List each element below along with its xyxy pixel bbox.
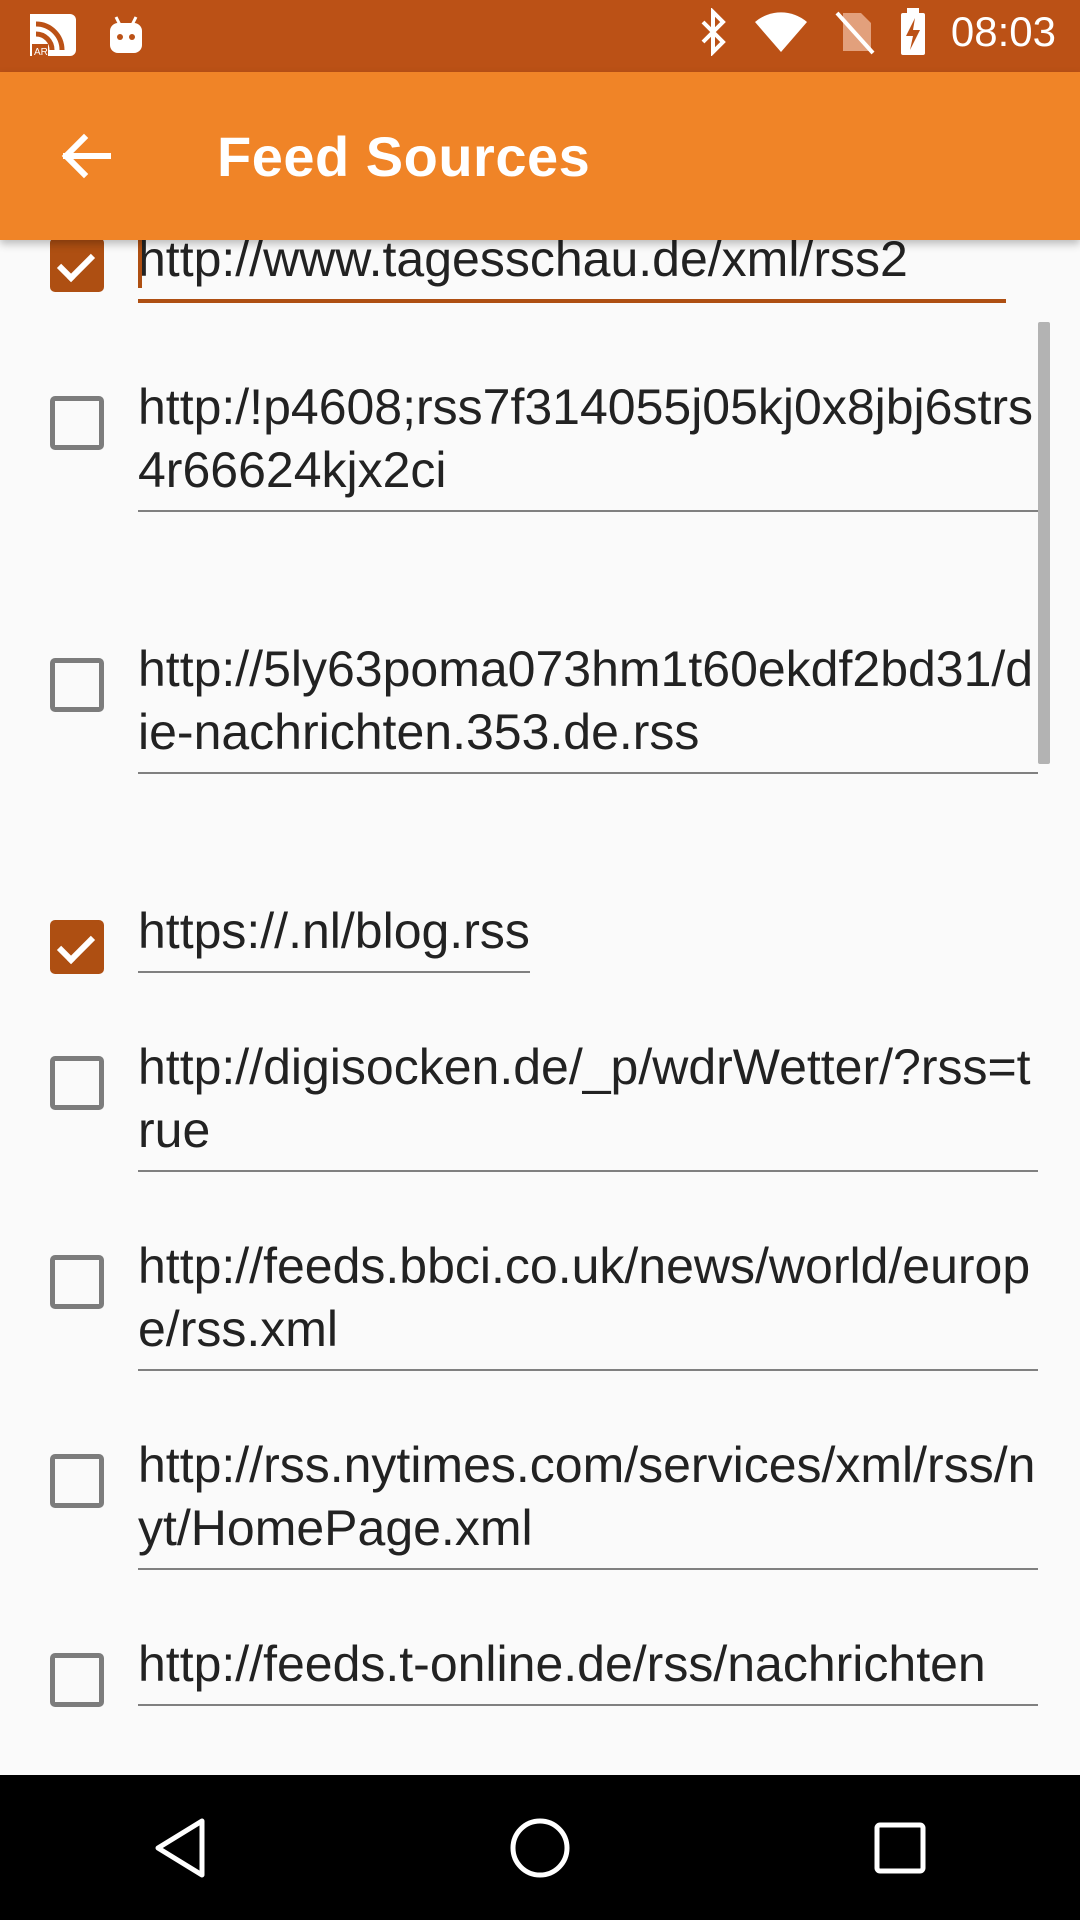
feed-url-field[interactable]: http://5ly63poma073hm1t60ekdf2bd31/die-n… [138, 638, 1038, 774]
feed-url-text: http://www.tagesschau.de/xml/rss2 [138, 240, 908, 287]
page-title: Feed Sources [217, 125, 591, 188]
feed-url-text: http://rss.nytimes.com/services/xml/rss/… [138, 1437, 1036, 1556]
feed-url-field[interactable]: http://feeds.t-online.de/rss/nachrichten [138, 1633, 1038, 1706]
no-sim-icon [835, 11, 875, 55]
bluetooth-icon [701, 8, 726, 56]
nav-recents-button[interactable] [840, 1788, 960, 1908]
feed-url-field[interactable]: https://.nl/blog.rss [138, 900, 530, 973]
feed-checkbox[interactable] [50, 396, 104, 450]
svg-text:AR: AR [34, 47, 48, 58]
feed-url-field[interactable]: http:/!p4608;rss7f314055j05kj0x8jbj6strs… [138, 376, 1038, 512]
android-debug-icon [110, 16, 142, 53]
feed-list-container[interactable]: http://www.tagesschau.de/xml/rss2 http:/… [0, 240, 1080, 1775]
feed-url-text: http://digisocken.de/_p/wdrWetter/?rss=t… [138, 1039, 1031, 1158]
feed-checkbox[interactable] [50, 1255, 104, 1309]
feed-checkbox[interactable] [50, 658, 104, 712]
home-circle-icon [510, 1818, 570, 1877]
feed-url-field[interactable]: http://digisocken.de/_p/wdrWetter/?rss=t… [138, 1036, 1038, 1172]
feed-url-text: https://.nl/blog.rss [138, 903, 530, 959]
app-bar: Feed Sources [0, 72, 1080, 240]
nav-bar [0, 1775, 1080, 1920]
status-bar: AR 08:03 [0, 0, 1080, 72]
arrow-left-icon [61, 133, 111, 179]
recents-square-icon [874, 1822, 926, 1873]
status-time: 08:03 [950, 8, 1056, 55]
back-triangle-icon [155, 1818, 205, 1877]
battery-charging-icon [900, 8, 925, 55]
rss-reader-app-icon: AR [30, 14, 76, 58]
feed-checkbox[interactable] [50, 920, 104, 974]
nav-home-button[interactable] [480, 1788, 600, 1908]
feed-url-text: http:/!p4608;rss7f314055j05kj0x8jbj6strs… [138, 379, 1034, 498]
back-button[interactable] [50, 120, 122, 192]
feed-checkbox[interactable] [50, 1056, 104, 1110]
nav-back-button[interactable] [120, 1788, 240, 1908]
feed-checkbox[interactable] [50, 1454, 104, 1508]
feed-url-text: http://feeds.t-online.de/rss/nachrichten [138, 1636, 986, 1692]
text-cursor [138, 240, 142, 288]
feed-url-field[interactable]: http://www.tagesschau.de/xml/rss2 [138, 240, 1006, 303]
wifi-icon [754, 12, 807, 52]
feed-checkbox[interactable] [50, 240, 104, 292]
feed-checkbox[interactable] [50, 1653, 104, 1707]
feed-url-text: http://feeds.bbci.co.uk/news/world/europ… [138, 1238, 1031, 1357]
feed-url-field[interactable]: http://rss.nytimes.com/services/xml/rss/… [138, 1434, 1038, 1570]
feed-url-field[interactable]: http://feeds.bbci.co.uk/news/world/europ… [138, 1235, 1038, 1371]
scrollbar[interactable] [1038, 322, 1050, 764]
feed-url-text: http://5ly63poma073hm1t60ekdf2bd31/die-n… [138, 641, 1034, 760]
